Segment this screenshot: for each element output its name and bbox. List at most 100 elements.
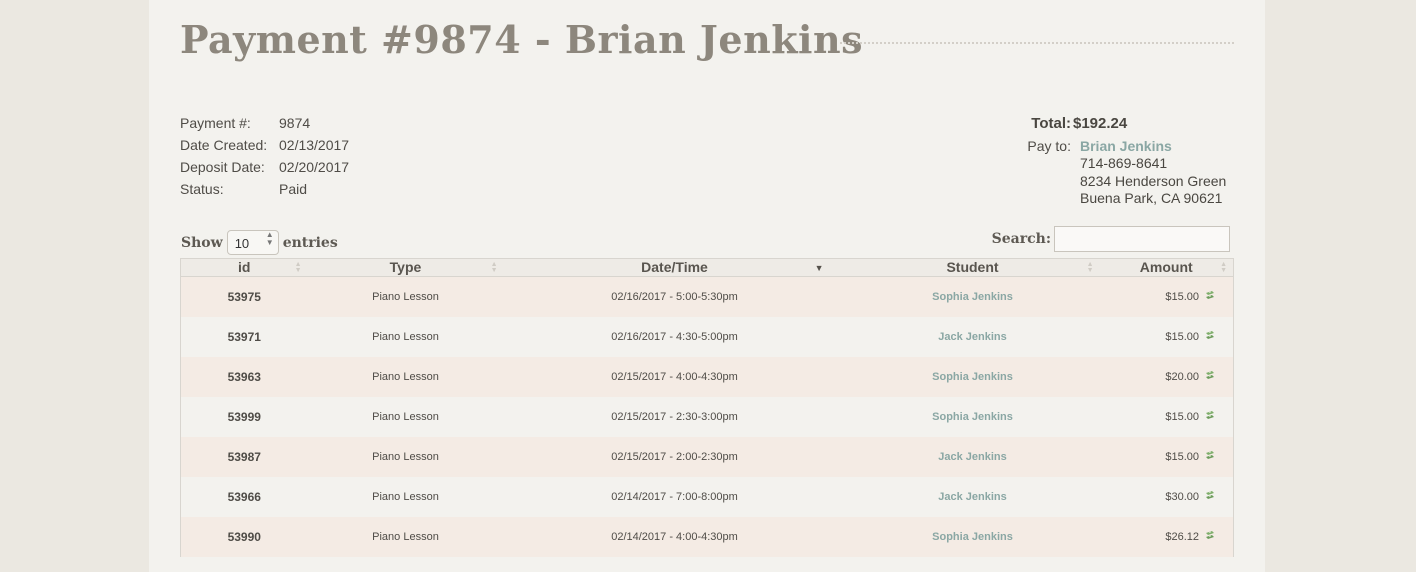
table-row: 53987 Piano Lesson 02/15/2017 - 2:00-2:30p… — [180, 437, 1234, 477]
money-icon — [1206, 291, 1214, 299]
detail-value: 02/13/2017 — [279, 137, 350, 153]
detail-label: Payment #: — [180, 115, 251, 131]
student-link[interactable]: Jack Jenkins — [938, 451, 1007, 463]
cell-student: Sophia Jenkins — [845, 517, 1100, 557]
table-row: 53966 Piano Lesson 02/14/2017 - 7:00-8:00p… — [180, 477, 1234, 517]
cell-id: 53963 — [180, 357, 308, 397]
sort-icon: ▲ ▼ — [1220, 261, 1227, 274]
detail-value: 02/20/2017 — [279, 159, 350, 175]
payto-name-link[interactable]: Brian Jenkins — [1080, 138, 1226, 155]
cell-student: Sophia Jenkins — [845, 357, 1100, 397]
amount-value: $20.00 — [1165, 371, 1199, 383]
detail-status: Status: Paid — [180, 178, 349, 200]
detail-deposit-date: Deposit Date: 02/20/2017 — [180, 156, 349, 178]
cell-type: Piano Lesson — [307, 477, 504, 517]
money-icon — [1206, 451, 1214, 459]
cell-type: Piano Lesson — [307, 517, 504, 557]
student-link[interactable]: Sophia Jenkins — [932, 411, 1013, 423]
total-row: Total: $192.24 — [1018, 113, 1252, 135]
payto-phone: 714-869-8641 — [1080, 155, 1168, 172]
cell-student: Sophia Jenkins — [845, 397, 1100, 437]
detail-value: Paid — [279, 181, 308, 197]
cell-datetime: 02/15/2017 - 4:00-4:30pm — [503, 357, 846, 397]
cell-type: Piano Lesson — [307, 276, 504, 317]
money-icon — [1206, 411, 1214, 419]
cell-amount: $15.00 — [1099, 276, 1234, 317]
cell-id: 53999 — [180, 397, 308, 437]
select-arrows-icon: ▲ ▼ — [265, 230, 274, 247]
entries-label: entries — [282, 234, 338, 251]
payto-details: Brian Jenkins 714-869-8641 8234 Henderso… — [1071, 138, 1226, 207]
search-control: Search: — [992, 226, 1230, 252]
title-row: Payment #9874 - Brian Jenkins — [180, 14, 1234, 70]
amount-value: $15.00 — [1165, 331, 1199, 343]
amount-value: $15.00 — [1165, 451, 1199, 463]
cell-amount: $15.00 — [1099, 397, 1234, 437]
cell-student: Jack Jenkins — [845, 477, 1100, 517]
cell-datetime: 02/15/2017 - 2:00-2:30pm — [503, 437, 846, 477]
table-controls: Show 10 ▲ ▼ entries Search: — [180, 226, 1232, 256]
column-header-type[interactable]: Type ▲ ▼ — [307, 258, 504, 277]
table-row: 53963 Piano Lesson 02/15/2017 - 4:00-4:30p… — [180, 357, 1234, 397]
payto-label: Pay to: — [1027, 138, 1071, 154]
student-link[interactable]: Sophia Jenkins — [932, 371, 1013, 383]
table-row: 53990 Piano Lesson 02/14/2017 - 4:00-4:30p… — [180, 517, 1234, 557]
column-header-amount[interactable]: Amount ▲ ▼ — [1099, 258, 1234, 277]
cell-datetime: 02/15/2017 - 2:30-3:00pm — [503, 397, 846, 437]
amount-value: $15.00 — [1165, 411, 1199, 423]
cell-id: 53990 — [180, 517, 308, 557]
cell-type: Piano Lesson — [307, 317, 504, 357]
money-icon — [1206, 531, 1214, 539]
sort-icon: ▲ ▼ — [294, 261, 302, 274]
cell-student: Sophia Jenkins — [845, 276, 1100, 317]
cell-amount: $20.00 — [1099, 357, 1234, 397]
search-input[interactable] — [1054, 226, 1230, 252]
column-header-student[interactable]: Student ▲ ▼ — [845, 258, 1100, 277]
detail-payment-number: Payment #: 9874 — [180, 112, 349, 134]
student-link[interactable]: Jack Jenkins — [938, 491, 1007, 503]
show-label: Show — [181, 234, 223, 251]
detail-label: Status: — [180, 181, 224, 197]
cell-type: Piano Lesson — [307, 437, 504, 477]
amount-value: $15.00 — [1165, 291, 1199, 303]
payment-summary: Total: $192.24 Pay to: Brian Jenkins 714… — [1018, 113, 1252, 207]
table-header-row: id ▲ ▼ Type ▲ ▼ Date/Time ▼ Student ▲ ▼ Amount ▲… — [180, 258, 1234, 277]
cell-type: Piano Lesson — [307, 397, 504, 437]
cell-type: Piano Lesson — [307, 357, 504, 397]
cell-id: 53987 — [180, 437, 308, 477]
column-header-datetime[interactable]: Date/Time ▼ — [503, 258, 846, 277]
total-label: Total: — [1031, 115, 1071, 132]
page-size-select[interactable]: 10 ▲ ▼ — [226, 230, 279, 255]
student-link[interactable]: Sophia Jenkins — [932, 291, 1013, 303]
money-icon — [1206, 331, 1214, 339]
student-link[interactable]: Jack Jenkins — [938, 331, 1007, 343]
amount-value: $26.12 — [1165, 531, 1199, 543]
page-title: Payment #9874 - Brian Jenkins — [180, 17, 864, 62]
money-icon — [1206, 491, 1214, 499]
cell-datetime: 02/16/2017 - 5:00-5:30pm — [503, 276, 846, 317]
search-label: Search: — [991, 231, 1051, 247]
sort-descending-icon: ▼ — [814, 263, 824, 273]
detail-label: Date Created: — [180, 137, 268, 153]
cell-datetime: 02/16/2017 - 4:30-5:00pm — [503, 317, 846, 357]
sort-icon: ▲ ▼ — [1086, 261, 1094, 274]
table-row: 53971 Piano Lesson 02/16/2017 - 4:30-5:00p… — [180, 317, 1234, 357]
title-divider — [840, 42, 1234, 44]
student-link[interactable]: Sophia Jenkins — [932, 531, 1013, 543]
payto-row: Pay to: Brian Jenkins 714-869-8641 8234 … — [1018, 138, 1252, 207]
detail-date-created: Date Created: 02/13/2017 — [180, 134, 349, 156]
cell-amount: $15.00 — [1099, 317, 1234, 357]
column-header-id[interactable]: id ▲ ▼ — [180, 258, 308, 277]
cell-id: 53966 — [180, 477, 308, 517]
cell-amount: $26.12 — [1099, 517, 1234, 557]
line-items-table: id ▲ ▼ Type ▲ ▼ Date/Time ▼ Student ▲ ▼ Amount ▲… — [180, 258, 1234, 557]
detail-value: 9874 — [279, 115, 311, 131]
table-row: 53975 Piano Lesson 02/16/2017 - 5:00-5:30p… — [180, 276, 1234, 317]
cell-amount: $15.00 — [1099, 437, 1234, 477]
cell-amount: $30.00 — [1099, 477, 1234, 517]
total-value: $192.24 — [1073, 115, 1128, 132]
cell-datetime: 02/14/2017 - 4:00-4:30pm — [503, 517, 846, 557]
cell-datetime: 02/14/2017 - 7:00-8:00pm — [503, 477, 846, 517]
cell-id: 53975 — [180, 276, 308, 317]
payto-address-line1: 8234 Henderson Green — [1080, 172, 1227, 189]
